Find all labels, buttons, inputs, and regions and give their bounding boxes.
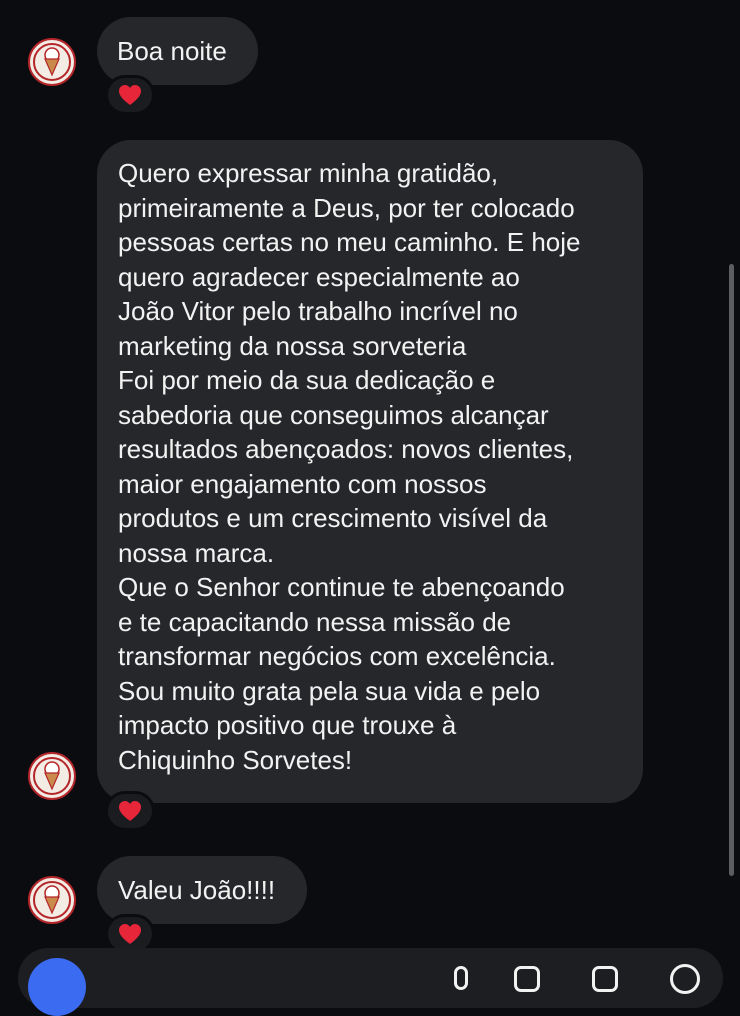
message-line: Valeu João!!!! <box>118 875 276 905</box>
image-icon[interactable] <box>514 966 540 992</box>
sender-avatar[interactable] <box>28 38 76 86</box>
message-line: impacto positivo que trouxe à <box>118 710 457 740</box>
message-line: primeiramente a Deus, por ter colocado <box>118 192 575 223</box>
message-line: sabedoria que conseguimos alcançar <box>118 399 549 430</box>
scrollbar[interactable] <box>729 264 734 876</box>
message-line: Foi por meio da sua dedicação e <box>118 365 496 395</box>
ice-cream-logo-icon <box>33 757 71 795</box>
message-line: Boa noite <box>117 36 227 66</box>
heart-icon <box>119 924 141 944</box>
message-line: resultados abençoados: novos clientes, <box>118 434 574 464</box>
sender-avatar[interactable] <box>28 876 76 924</box>
message-line: nossa marca. <box>118 537 275 568</box>
message-line: Sou muito grata pela sua vida e pelo <box>118 675 541 706</box>
reaction-badge[interactable] <box>105 791 155 831</box>
sticker-icon[interactable] <box>592 966 618 992</box>
message-line: Chiquinho Sorvetes! <box>118 744 353 775</box>
microphone-icon[interactable] <box>454 966 468 990</box>
message-line: quero agradecer especialmente ao <box>118 261 520 292</box>
message-line: transformar negócios com excelência. <box>118 641 556 671</box>
ice-cream-logo-icon <box>33 881 71 919</box>
message-line: João Vitor pelo trabalho incrível no <box>118 296 518 326</box>
reaction-badge[interactable] <box>105 75 155 115</box>
sender-avatar[interactable] <box>28 752 76 800</box>
message-bubble[interactable]: Quero expressar minha gratidão, primeira… <box>97 140 643 803</box>
message-line: marketing da nossa sorveteria <box>118 330 467 361</box>
message-composer[interactable] <box>18 948 723 1016</box>
emoji-icon[interactable] <box>670 964 700 994</box>
message-line: pessoas certas no meu caminho. E hoje <box>118 227 581 257</box>
heart-icon <box>119 85 141 105</box>
heart-icon <box>119 801 141 821</box>
ice-cream-logo-icon <box>33 43 71 81</box>
message-line: produtos e um crescimento visível da <box>118 503 548 533</box>
message-line: e te capacitando nessa missão de <box>118 606 512 637</box>
message-line: Que o Senhor continue te abençoando <box>118 572 565 602</box>
message-line: Quero expressar minha gratidão, <box>118 158 499 188</box>
camera-button[interactable] <box>28 958 86 1016</box>
message-line: maior engajamento com nossos <box>118 468 487 499</box>
